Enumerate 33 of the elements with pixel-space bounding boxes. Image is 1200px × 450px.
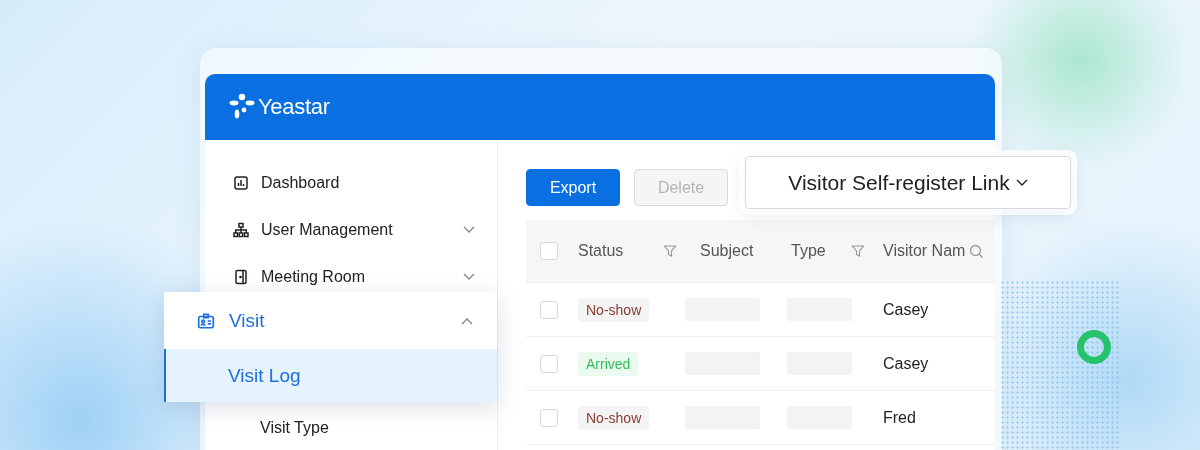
column-header: Status	[578, 242, 625, 260]
search-icon[interactable]	[969, 243, 985, 259]
hierarchy-icon	[233, 221, 249, 238]
export-button[interactable]: Export	[526, 169, 620, 206]
checkbox[interactable]	[540, 300, 558, 319]
nav-subitem[interactable]: Visit Log	[164, 349, 497, 402]
checkbox[interactable]	[540, 408, 558, 427]
visitor-name: Fred	[883, 408, 916, 427]
visitor-name: Casey	[883, 354, 929, 373]
door-icon	[233, 268, 249, 285]
column-header: Visitor Nam	[883, 242, 966, 260]
brand-name: Yeastar	[258, 94, 330, 120]
nav-item[interactable]: Dashboard	[205, 159, 497, 206]
visitor-name: Casey	[883, 300, 929, 319]
status-tag: No-show	[578, 297, 650, 322]
chevron-up-icon	[461, 316, 473, 325]
column-header: Type	[791, 242, 827, 260]
chevron-down-icon	[463, 225, 475, 234]
nav-item[interactable]: User Management	[205, 206, 497, 253]
checkbox[interactable]	[540, 242, 558, 260]
filter-icon[interactable]	[663, 244, 677, 258]
filter-icon[interactable]	[851, 244, 865, 258]
nav-subitem[interactable]: Visit Type	[205, 410, 497, 446]
status-tag: Arrived	[578, 351, 639, 376]
column-header: Subject	[700, 242, 755, 260]
checkbox[interactable]	[540, 354, 558, 373]
chevron-down-icon	[463, 272, 475, 281]
chevron-down-icon	[1015, 178, 1028, 187]
logo-icon	[229, 93, 255, 121]
status-tag: No-show	[578, 405, 650, 430]
chart-icon	[233, 174, 249, 191]
id-card-icon	[197, 311, 215, 330]
ring-decoration	[1076, 329, 1112, 365]
